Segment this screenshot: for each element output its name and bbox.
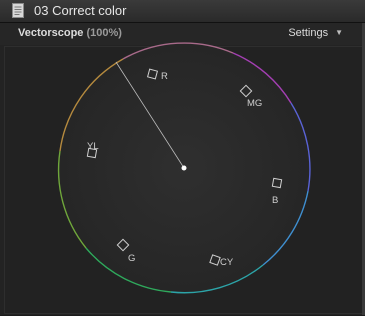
vectorscope-graticule: R MG B CY G YL (57, 42, 311, 294)
target-label-b: B (272, 195, 278, 206)
target-label-mg: MG (247, 98, 262, 109)
center-dot (181, 165, 187, 171)
target-label-yl: YL (87, 141, 99, 152)
target-label-cy: CY (220, 257, 234, 268)
vectorscope-window: 03 Correct color Vectorscope (100%) Sett… (0, 0, 365, 315)
vectorscope-display: R MG B CY G YL (4, 42, 363, 314)
target-label-g: G (128, 253, 135, 264)
target-label-r: R (161, 71, 168, 82)
